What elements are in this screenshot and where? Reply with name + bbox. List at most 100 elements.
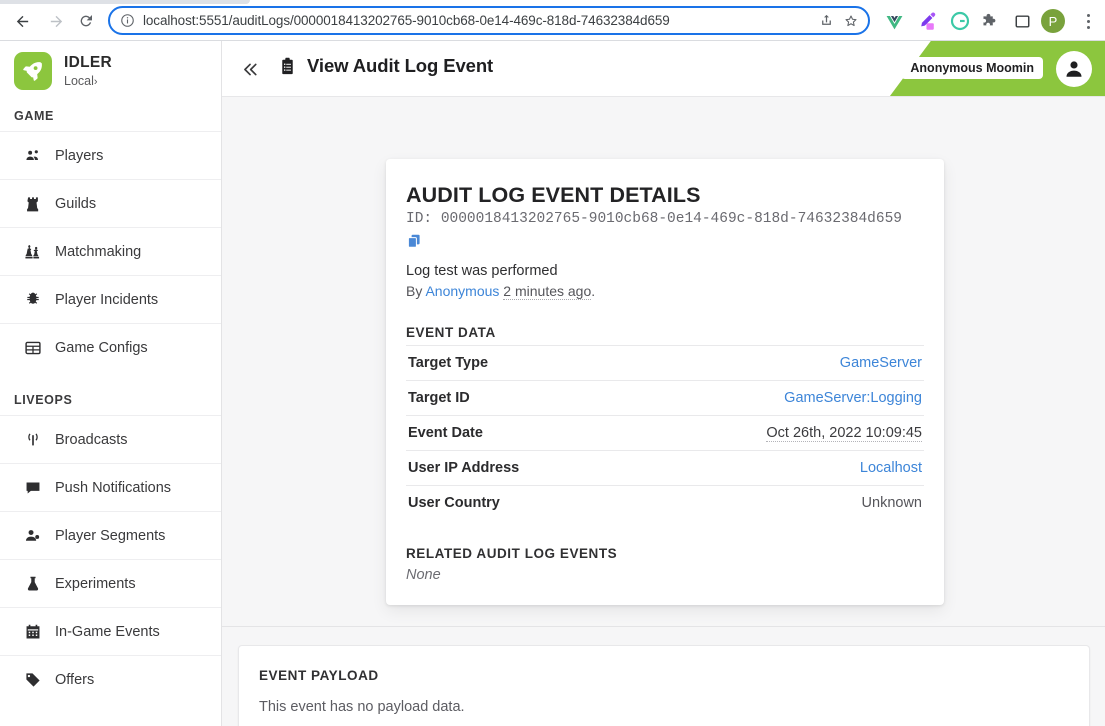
event-description: Log test was performed bbox=[406, 263, 558, 279]
grammarly-icon[interactable] bbox=[947, 8, 973, 34]
browser-back-button[interactable] bbox=[9, 8, 35, 34]
browser-reload-button[interactable] bbox=[73, 8, 99, 34]
sidebar-item-label: Broadcasts bbox=[55, 431, 128, 448]
page-title: View Audit Log Event bbox=[307, 55, 494, 76]
user-name-badge[interactable]: Anonymous Moomin bbox=[901, 57, 1043, 79]
share-icon[interactable] bbox=[819, 13, 834, 28]
sidebar-item-experiments[interactable]: Experiments bbox=[0, 559, 221, 607]
vue-devtools-icon[interactable] bbox=[881, 8, 907, 34]
table-grid-icon bbox=[22, 339, 44, 357]
bookmark-star-icon[interactable] bbox=[843, 13, 859, 29]
extensions-puzzle-icon[interactable] bbox=[977, 8, 1003, 34]
row-key: User Country bbox=[408, 495, 500, 511]
address-bar-url[interactable]: localhost:5551/auditLogs/000001841320276… bbox=[143, 13, 810, 28]
event-time-ago[interactable]: 2 minutes ago bbox=[503, 283, 592, 300]
payload-empty-message: This event has no payload data. bbox=[259, 699, 465, 715]
chrome-menu-button[interactable] bbox=[1077, 8, 1099, 34]
environment-label: Local bbox=[64, 73, 94, 88]
sidebar-item-label: Offers bbox=[55, 671, 95, 688]
menu-dot bbox=[1086, 13, 1090, 17]
sidebar-item-label: In-Game Events bbox=[55, 623, 160, 640]
row-value-target-id[interactable]: GameServer:Logging bbox=[623, 381, 924, 416]
copy-icon bbox=[407, 234, 420, 248]
event-data-table: Target Type GameServer Target ID GameSer… bbox=[406, 345, 924, 520]
sidebar-collapse-button[interactable] bbox=[236, 55, 264, 83]
broadcast-tower-icon bbox=[22, 431, 44, 449]
sidebar-item-label: Players bbox=[55, 147, 104, 164]
details-title: AUDIT LOG EVENT DETAILS bbox=[406, 183, 701, 207]
chevron-right-icon: › bbox=[93, 75, 98, 88]
user-avatar-button[interactable] bbox=[1056, 51, 1092, 87]
site-info-icon[interactable] bbox=[120, 13, 135, 28]
browser-tab-strip bbox=[0, 0, 1105, 5]
copy-id-button[interactable] bbox=[406, 233, 424, 251]
audit-log-details-card: AUDIT LOG EVENT DETAILS ID: 000001841320… bbox=[386, 159, 944, 605]
row-key: Target Type bbox=[408, 355, 489, 371]
sidebar-item-guilds[interactable]: Guilds bbox=[0, 179, 221, 227]
sidebar-item-player-incidents[interactable]: Player Incidents bbox=[0, 275, 221, 323]
row-value-user-country: Unknown bbox=[861, 495, 922, 511]
row-key: User IP Address bbox=[408, 460, 520, 476]
address-bar[interactable]: localhost:5551/auditLogs/000001841320276… bbox=[108, 6, 870, 35]
sidebar: IDLER Local› GAME Players Guilds Matchma… bbox=[0, 41, 222, 726]
chat-bubble-icon bbox=[22, 479, 44, 497]
profile-initial: P bbox=[1048, 13, 1058, 29]
sidebar-item-in-game-events[interactable]: In-Game Events bbox=[0, 607, 221, 655]
sidebar-item-label: Player Segments bbox=[55, 527, 166, 544]
content-area: AUDIT LOG EVENT DETAILS ID: 000001841320… bbox=[222, 97, 1105, 726]
event-author-link[interactable]: Anonymous bbox=[425, 283, 499, 299]
event-date-value: Oct 26th, 2022 10:09:45 bbox=[766, 425, 922, 442]
page-header: View Audit Log Event Anonymous Moomin bbox=[222, 41, 1105, 97]
table-row: Target Type GameServer bbox=[406, 345, 924, 381]
sidebar-item-player-segments[interactable]: Player Segments bbox=[0, 511, 221, 559]
environment-selector[interactable]: Local› bbox=[64, 74, 112, 89]
table-row: User IP Address Localhost bbox=[406, 450, 924, 486]
details-id: ID: 0000018413202765-9010cb68-0e14-469c-… bbox=[406, 211, 924, 227]
sidebar-item-label: Matchmaking bbox=[55, 243, 142, 260]
row-value-event-date[interactable]: Oct 26th, 2022 10:09:45 bbox=[623, 416, 924, 451]
browser-tab[interactable] bbox=[0, 0, 250, 4]
side-panel-icon[interactable] bbox=[1009, 8, 1035, 34]
sidebar-item-game-configs[interactable]: Game Configs bbox=[0, 323, 221, 371]
sidebar-item-label: Guilds bbox=[55, 195, 97, 212]
sidebar-item-players[interactable]: Players bbox=[0, 131, 221, 179]
details-id-value: 0000018413202765-9010cb68-0e14-469c-818d… bbox=[440, 211, 902, 227]
event-byline: By Anonymous 2 minutes ago. bbox=[406, 283, 924, 300]
event-data-heading: EVENT DATA bbox=[406, 325, 496, 340]
sidebar-item-label: Game Configs bbox=[55, 339, 148, 356]
user-plus-icon bbox=[22, 527, 44, 545]
color-picker-icon[interactable] bbox=[913, 8, 939, 34]
sidebar-item-label: Experiments bbox=[55, 575, 136, 592]
payload-title: EVENT PAYLOAD bbox=[259, 668, 379, 683]
double-chevron-left-icon bbox=[243, 63, 257, 75]
row-key: Target ID bbox=[408, 390, 470, 406]
flask-icon bbox=[22, 575, 44, 593]
related-events-heading: RELATED AUDIT LOG EVENTS bbox=[406, 546, 618, 561]
row-value-user-ip[interactable]: Localhost bbox=[623, 451, 924, 486]
browser-profile-avatar[interactable]: P bbox=[1041, 9, 1065, 33]
byline-suffix: . bbox=[591, 283, 596, 299]
page-title-wrap: View Audit Log Event bbox=[278, 55, 493, 77]
sidebar-item-broadcasts[interactable]: Broadcasts bbox=[0, 415, 221, 463]
chess-rook-icon bbox=[22, 195, 44, 213]
row-value-target-type[interactable]: GameServer bbox=[623, 346, 924, 381]
sidebar-item-matchmaking[interactable]: Matchmaking bbox=[0, 227, 221, 275]
forward-arrow-icon bbox=[50, 15, 62, 27]
sidebar-item-offers[interactable]: Offers bbox=[0, 655, 221, 703]
user-avatar-icon bbox=[1066, 61, 1082, 77]
sidebar-item-label: Push Notifications bbox=[55, 479, 172, 496]
nav-section-title-liveops: LIVEOPS bbox=[14, 393, 73, 407]
brand-block[interactable]: IDLER Local› bbox=[0, 41, 221, 101]
chess-pieces-icon bbox=[22, 243, 44, 261]
menu-dot bbox=[1086, 19, 1090, 23]
nav-section-title-game: GAME bbox=[14, 109, 54, 123]
table-row: Target ID GameServer:Logging bbox=[406, 380, 924, 416]
app-shell: IDLER Local› GAME Players Guilds Matchma… bbox=[0, 41, 1105, 726]
browser-forward-button[interactable] bbox=[43, 8, 69, 34]
content-divider bbox=[222, 626, 1105, 627]
browser-chrome: localhost:5551/auditLogs/000001841320276… bbox=[0, 0, 1105, 40]
clipboard-list-icon bbox=[278, 57, 297, 76]
tag-icon bbox=[22, 671, 44, 689]
event-payload-card: EVENT PAYLOAD This event has no payload … bbox=[238, 645, 1090, 726]
sidebar-item-push-notifications[interactable]: Push Notifications bbox=[0, 463, 221, 511]
